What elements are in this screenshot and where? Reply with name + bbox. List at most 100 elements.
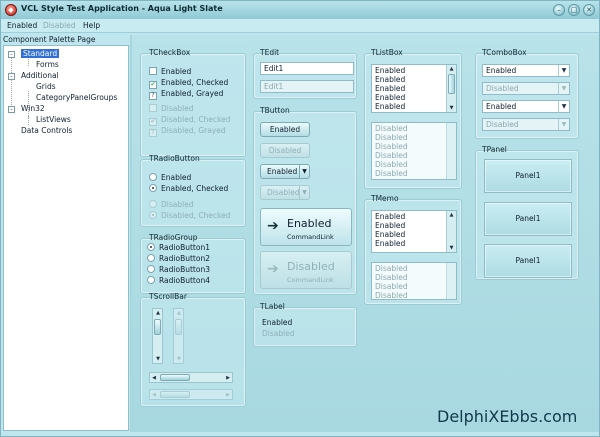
combobox-enabled[interactable]: Enabled ▼ xyxy=(482,64,570,77)
checkbox-enabled-checked[interactable]: ✔ Enabled, Checked xyxy=(149,78,228,89)
tree-connector xyxy=(11,55,12,107)
radio-circle[interactable] xyxy=(147,254,155,262)
radio-enabled-checked[interactable]: Enabled, Checked xyxy=(149,184,228,193)
combobox-value: Enabled xyxy=(486,66,517,75)
tree-item-data-controls[interactable]: Data Controls xyxy=(21,126,72,135)
list-item[interactable]: Enabled xyxy=(375,102,405,111)
memo-line: Disabled xyxy=(375,291,408,300)
memo-enabled[interactable]: Enabled Enabled Enabled Enabled ▲ ▼ xyxy=(371,210,457,253)
expander-icon[interactable]: - xyxy=(8,51,15,58)
vertical-scrollbar-enabled[interactable]: ▲ ▼ xyxy=(152,308,163,364)
expander-icon[interactable]: - xyxy=(8,73,15,80)
radio-circle[interactable] xyxy=(147,276,155,284)
tree-item-grids[interactable]: Grids xyxy=(36,82,56,91)
tree-item-standard[interactable]: Standard xyxy=(21,49,60,58)
arrow-down-icon[interactable]: ▼ xyxy=(154,355,162,363)
listbox-group: TListBox Enabled Enabled Enabled Enabled… xyxy=(364,48,462,189)
tree-item-additional[interactable]: Additional xyxy=(21,71,59,80)
radiogroup-item-1[interactable]: RadioButton1 xyxy=(147,243,210,252)
arrow-up-icon[interactable]: ▲ xyxy=(448,211,455,219)
combobox-value: Disabled xyxy=(486,120,519,129)
title-bar[interactable]: ◆ VCL Style Test Application - Aqua Ligh… xyxy=(1,1,599,19)
radio-label: Disabled xyxy=(161,200,194,209)
arrow-right-icon[interactable]: ▶ xyxy=(224,374,232,382)
list-item[interactable]: Enabled xyxy=(375,84,405,93)
memo-disabled: Disabled Disabled Disabled Disabled xyxy=(371,262,457,300)
chevron-down-icon[interactable]: ▼ xyxy=(558,65,569,76)
split-button-disabled: Disabled ▼ xyxy=(260,185,310,200)
combobox-group: TComboBox Enabled ▼ Disabled ▼ Enabled ▼… xyxy=(475,48,579,139)
chevron-down-icon[interactable]: ▼ xyxy=(299,165,309,178)
checkbox-enabled[interactable]: Enabled xyxy=(149,67,191,76)
arrow-left-icon[interactable]: ◀ xyxy=(150,374,158,382)
group-title: TMemo xyxy=(371,194,399,203)
list-item: Disabled xyxy=(375,160,408,169)
arrow-down-icon[interactable]: ▼ xyxy=(448,244,455,252)
list-item: Disabled xyxy=(375,142,408,151)
tree-item-categorypanelgroups[interactable]: CategoryPanelGroups xyxy=(36,93,117,102)
listbox-enabled[interactable]: Enabled Enabled Enabled Enabled Enabled … xyxy=(371,64,457,113)
radio-circle[interactable] xyxy=(147,243,155,251)
combobox-enabled-2[interactable]: Enabled ▼ xyxy=(482,100,570,113)
split-button-enabled[interactable]: Enabled ▼ xyxy=(260,164,310,179)
listbox-scrollbar[interactable]: ▲ ▼ xyxy=(446,65,456,112)
group-title: TLabel xyxy=(260,302,285,311)
radio-label: RadioButton1 xyxy=(159,243,210,252)
radio-circle[interactable] xyxy=(147,265,155,273)
scrollbar-thumb[interactable] xyxy=(448,74,455,94)
list-item[interactable]: Enabled xyxy=(375,66,405,75)
radiobutton-group: TRadioButton Enabled Enabled, Checked Di… xyxy=(140,154,246,227)
checkbox-box[interactable] xyxy=(149,67,157,75)
arrow-up-icon[interactable]: ▲ xyxy=(448,65,455,73)
panel-2: Panel1 xyxy=(484,202,572,236)
radio-circle xyxy=(149,211,157,219)
close-button[interactable]: ✕ xyxy=(583,4,595,16)
button-group: TButton Enabled Disabled Enabled ▼ Disab… xyxy=(253,106,357,295)
check-icon[interactable]: ✔ xyxy=(149,81,157,89)
palette-tree[interactable]: - Standard Forms - Additional Grids Cate… xyxy=(3,45,129,431)
radio-circle[interactable] xyxy=(149,184,157,192)
chevron-down-icon: ▼ xyxy=(299,186,309,199)
horizontal-scrollbar-enabled[interactable]: ◀ ▶ xyxy=(149,372,233,383)
arrow-up-icon[interactable]: ▲ xyxy=(154,309,162,317)
commandlink-enabled[interactable]: ➔ Enabled CommandLink xyxy=(260,208,352,246)
tree-item-forms[interactable]: Forms xyxy=(36,60,59,69)
edit-disabled: Edit1 xyxy=(260,80,354,93)
scrollbar-thumb[interactable] xyxy=(160,374,190,381)
menu-enabled[interactable]: Enabled xyxy=(7,21,37,30)
chevron-down-icon[interactable]: ▼ xyxy=(558,101,569,112)
checkbox-disabled-grayed: ? Disabled, Grayed xyxy=(149,126,226,137)
radio-label: RadioButton3 xyxy=(159,265,210,274)
tree-item-listviews[interactable]: ListViews xyxy=(36,115,71,124)
radiogroup-item-4[interactable]: RadioButton4 xyxy=(147,276,210,285)
list-item[interactable]: Enabled xyxy=(375,75,405,84)
arrow-down-icon[interactable]: ▼ xyxy=(448,104,455,112)
maximize-button[interactable]: □ xyxy=(568,4,580,16)
menu-help[interactable]: Help xyxy=(83,21,100,30)
arrow-right-icon: ▶ xyxy=(226,392,230,398)
memo-scrollbar xyxy=(446,263,456,299)
app-icon[interactable]: ◆ xyxy=(5,4,17,16)
list-item[interactable]: Enabled xyxy=(375,93,405,102)
group-title: TScrollBar xyxy=(149,292,187,301)
checkbox-label: Disabled xyxy=(161,104,194,113)
expander-icon[interactable]: - xyxy=(8,106,15,113)
list-item: Disabled xyxy=(375,124,408,133)
scrollbar-thumb[interactable] xyxy=(154,319,161,335)
radio-circle[interactable] xyxy=(149,173,157,181)
main-content: TCheckBox Enabled ✔ Enabled, Checked ? Ena… xyxy=(132,35,599,432)
scrollbar-thumb xyxy=(160,391,190,398)
tree-item-win32[interactable]: Win32 xyxy=(21,104,45,113)
radiogroup-item-2[interactable]: RadioButton2 xyxy=(147,254,210,263)
memo-line: Disabled xyxy=(375,273,408,282)
group-title: TPanel xyxy=(482,145,507,154)
minimize-button[interactable]: – xyxy=(553,4,565,16)
memo-scrollbar[interactable]: ▲ ▼ xyxy=(446,211,456,252)
button-enabled[interactable]: Enabled xyxy=(260,122,310,137)
checkbox-enabled-grayed[interactable]: ? Enabled, Grayed xyxy=(149,89,223,100)
grayed-icon[interactable]: ? xyxy=(149,92,157,100)
edit-enabled[interactable]: Edit1 xyxy=(260,62,354,75)
radiogroup-item-3[interactable]: RadioButton3 xyxy=(147,265,210,274)
radio-enabled[interactable]: Enabled xyxy=(149,173,191,182)
radio-label: Enabled xyxy=(161,173,192,182)
